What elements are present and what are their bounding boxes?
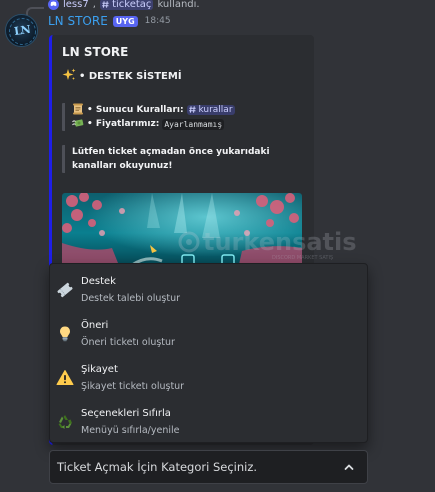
ticket-icon (56, 281, 74, 299)
money-with-wings-icon (72, 117, 84, 132)
rules-channel-mention[interactable]: kurallar (186, 105, 235, 115)
embed-image[interactable] (62, 193, 302, 273)
discord-logo-icon (48, 0, 59, 10)
rules-line: • Sunucu Kuralları: kurallar (72, 103, 302, 117)
menu-item-oneri[interactable]: Öneri Öneri ticketı oluştur (50, 312, 367, 356)
watermark-subtitle: DISCORD MARKET SATIŞ (272, 255, 334, 261)
timestamp[interactable]: 18:45 (145, 16, 171, 26)
scroll-icon (72, 103, 84, 118)
menu-item-desc: Öneri ticketı oluştur (81, 337, 175, 348)
embed-quote-notice: Lütfen ticket açmadan önce yukarıdaki ka… (62, 145, 302, 173)
warning-icon (56, 369, 74, 387)
menu-item-label: Seçenekleri Sıfırla (81, 408, 171, 419)
embed-title: LN STORE (62, 45, 129, 59)
discord-chat-view: less7 , ticketaç kullandı. LN LN STORE U… (0, 0, 435, 492)
sparkles-icon (62, 68, 76, 85)
menu-item-desc: Menüyü sıfırla/yenile (81, 425, 180, 436)
app-tag-badge: UYG (112, 15, 138, 27)
prices-line: • Fiyatlarımız: Ayarlanmamış (72, 117, 302, 131)
select-placeholder: Ticket Açmak İçin Kategori Seçiniz. (57, 460, 258, 474)
menu-item-desc: Destek talebi oluştur (81, 293, 180, 304)
menu-item-desc: Şikayet ticketı oluştur (81, 381, 185, 392)
reply-trailing-text: kullandı. (157, 0, 200, 10)
message-header: LN STORE UYG 18:45 (48, 14, 171, 28)
embed-subtitle: • DESTEK SİSTEMİ (62, 68, 302, 85)
embed-quote-links: • Sunucu Kuralları: kurallar • Fiyatları… (62, 103, 302, 131)
username[interactable]: LN STORE (48, 14, 108, 28)
notice-text: Lütfen ticket açmadan önce yukarıdaki ka… (72, 147, 270, 171)
menu-item-label: Öneri (81, 320, 109, 331)
category-select[interactable]: Ticket Açmak İçin Kategori Seçiniz. (49, 450, 368, 484)
recycle-icon (56, 413, 74, 431)
menu-item-secenekleri-sifirla[interactable]: Seçenekleri Sıfırla Menüyü sıfırla/yenil… (50, 400, 367, 444)
menu-item-label: Şikayet (81, 364, 118, 375)
chevron-up-icon[interactable] (337, 455, 361, 479)
reply-reference[interactable]: less7 , ticketaç kullandı. (48, 0, 200, 11)
avatar[interactable]: LN (5, 14, 38, 47)
lightbulb-icon (56, 325, 74, 343)
avatar-text: LN (12, 22, 31, 39)
reply-channel-mention[interactable]: ticketaç (99, 0, 154, 10)
reply-username[interactable]: less7 (63, 0, 89, 10)
menu-item-sikayet[interactable]: Şikayet Şikayet ticketı oluştur (50, 356, 367, 400)
prices-value: Ayarlanmamış (162, 118, 225, 130)
menu-item-label: Destek (81, 276, 116, 287)
select-menu-dropdown: Destek Destek talebi oluştur Öneri Öneri… (49, 263, 368, 443)
hash-icon (102, 0, 109, 8)
menu-item-destek[interactable]: Destek Destek talebi oluştur (50, 268, 367, 312)
hash-icon (188, 106, 196, 113)
